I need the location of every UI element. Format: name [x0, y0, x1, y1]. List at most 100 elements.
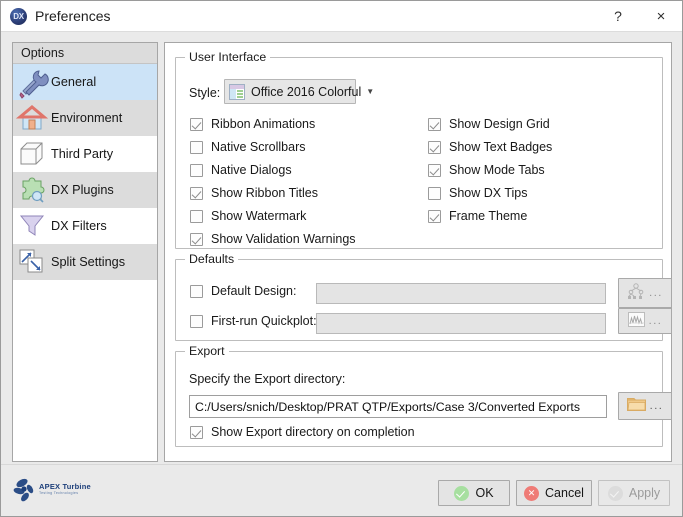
checkbox-first-run-quickplot[interactable]: First-run Quickplot:: [190, 314, 317, 328]
sidebar-header: Options: [13, 43, 157, 64]
style-preview-icon: [229, 83, 245, 100]
wrench-screwdriver-icon: [13, 65, 51, 99]
checkbox-box: [190, 232, 203, 246]
chart-icon: [627, 312, 645, 330]
checkbox-box: [190, 186, 203, 200]
sidebar-item-environment[interactable]: Environment: [13, 100, 157, 136]
checkbox-native-dialogs[interactable]: Native Dialogs: [190, 163, 292, 177]
checkbox-show-dx-tips[interactable]: Show DX Tips: [428, 186, 528, 200]
user-interface-group-title: User Interface: [185, 50, 271, 64]
title-bar: DX Preferences ? ×: [1, 1, 682, 32]
sidebar-item-third-party[interactable]: Third Party: [13, 136, 157, 172]
checkbox-box: [190, 425, 203, 439]
sidebar-item-label: Split Settings: [51, 255, 126, 269]
first-run-quickplot-input[interactable]: [316, 313, 606, 334]
sidebar-item-dx-plugins[interactable]: DX Plugins: [13, 172, 157, 208]
settings-panel: User Interface Style: Office 2016 Colorf…: [164, 42, 672, 462]
checkbox-label: Show Mode Tabs: [449, 163, 545, 177]
tree-hierarchy-icon: [627, 283, 645, 303]
user-interface-group: User Interface Style: Office 2016 Colorf…: [175, 50, 663, 249]
export-instruction: Specify the Export directory:: [189, 372, 346, 386]
default-design-browse-button[interactable]: ...: [618, 278, 672, 308]
export-directory-browse-button[interactable]: ...: [618, 392, 672, 420]
checkbox-box: [190, 117, 203, 131]
funnel-icon: [13, 209, 51, 243]
checkbox-label: Frame Theme: [449, 209, 528, 223]
checkbox-box: [428, 209, 441, 223]
browse-ellipsis: ...: [648, 315, 663, 327]
checkbox-show-ribbon-titles[interactable]: Show Ribbon Titles: [190, 186, 318, 200]
checkbox-label: Show Design Grid: [449, 117, 550, 131]
checkbox-ribbon-animations[interactable]: Ribbon Animations: [190, 117, 315, 131]
checkbox-box: [428, 117, 441, 131]
house-icon: [13, 101, 51, 135]
app-icon: DX: [10, 8, 27, 25]
cancel-button[interactable]: ✕ Cancel: [516, 480, 592, 506]
help-button[interactable]: ?: [603, 5, 633, 28]
style-combobox[interactable]: Office 2016 Colorful ▼: [224, 79, 374, 104]
checkbox-box: [190, 140, 203, 154]
checkbox-box: [190, 163, 203, 177]
sidebar-item-label: General: [51, 75, 97, 89]
ok-button-label: OK: [475, 486, 494, 500]
checkbox-label: Show Ribbon Titles: [211, 186, 319, 200]
apply-button[interactable]: Apply: [598, 480, 670, 506]
puzzle-piece-icon: [13, 173, 51, 207]
apply-button-label: Apply: [628, 486, 661, 500]
window-title: Preferences: [35, 8, 111, 24]
sidebar-item-general[interactable]: General: [13, 64, 157, 100]
checkbox-frame-theme[interactable]: Frame Theme: [428, 209, 527, 223]
cube-icon: [13, 137, 51, 171]
checkbox-box: [428, 140, 441, 154]
sidebar-item-label: Environment: [51, 111, 123, 125]
options-sidebar: Options General Environment Third Party …: [12, 42, 158, 462]
cancel-button-label: Cancel: [545, 486, 584, 500]
gray-check-icon: [607, 485, 623, 501]
defaults-group-title: Defaults: [185, 252, 239, 266]
apex-turbine-logo: APEX Turbine Testing Technologies: [13, 477, 91, 505]
default-design-input[interactable]: [316, 283, 606, 304]
sidebar-item-label: DX Plugins: [51, 183, 114, 197]
checkbox-show-text-badges[interactable]: Show Text Badges: [428, 140, 552, 154]
checkbox-label: Show Text Badges: [449, 140, 553, 154]
checkbox-label: Show Watermark: [211, 209, 307, 223]
red-x-icon: ✕: [524, 485, 540, 501]
checkbox-label: Default Design:: [211, 284, 297, 298]
checkbox-box: [190, 209, 203, 223]
checkbox-show-export-directory-on-completion[interactable]: Show Export directory on completion: [190, 425, 415, 439]
checkbox-show-validation-warnings[interactable]: Show Validation Warnings: [190, 232, 356, 246]
first-run-quickplot-browse-button[interactable]: ...: [618, 308, 672, 334]
split-arrows-icon: [13, 245, 51, 279]
checkbox-box: [428, 186, 441, 200]
style-label: Style:: [189, 86, 221, 100]
checkbox-label: Native Scrollbars: [211, 140, 306, 154]
ok-button[interactable]: OK: [438, 480, 510, 506]
green-check-icon: [454, 485, 470, 501]
sidebar-item-split-settings[interactable]: Split Settings: [13, 244, 157, 280]
checkbox-label: Show DX Tips: [449, 186, 528, 200]
sidebar-item-dx-filters[interactable]: DX Filters: [13, 208, 157, 244]
checkbox-box: [190, 314, 203, 328]
folder-icon: [626, 397, 646, 415]
close-button[interactable]: ×: [646, 5, 676, 28]
browse-ellipsis: ...: [649, 287, 663, 299]
checkbox-label: Ribbon Animations: [211, 117, 316, 131]
chevron-down-icon: ▼: [366, 87, 375, 96]
checkbox-show-mode-tabs[interactable]: Show Mode Tabs: [428, 163, 545, 177]
checkbox-label: First-run Quickplot:: [211, 314, 317, 328]
export-group: Export Specify the Export directory: C:/…: [175, 344, 672, 447]
sidebar-item-label: DX Filters: [51, 219, 107, 233]
defaults-group: Defaults Default Design: ... First-run Q…: [175, 252, 672, 341]
checkbox-label: Native Dialogs: [211, 163, 292, 177]
checkbox-box: [428, 163, 441, 177]
checkbox-show-watermark[interactable]: Show Watermark: [190, 209, 306, 223]
checkbox-native-scrollbars[interactable]: Native Scrollbars: [190, 140, 305, 154]
preferences-dialog: DX Preferences ? × Options General Envir…: [0, 0, 683, 517]
checkbox-show-design-grid[interactable]: Show Design Grid: [428, 117, 550, 131]
export-group-title: Export: [185, 344, 229, 358]
logo-secondary-text: Testing Technologies: [39, 491, 79, 495]
export-directory-input[interactable]: C:/Users/snich/Desktop/PRAT QTP/Exports/…: [189, 395, 607, 418]
sidebar-item-label: Third Party: [51, 147, 114, 161]
checkbox-default-design[interactable]: Default Design:: [190, 284, 296, 298]
style-value: Office 2016 Colorful: [251, 84, 362, 99]
